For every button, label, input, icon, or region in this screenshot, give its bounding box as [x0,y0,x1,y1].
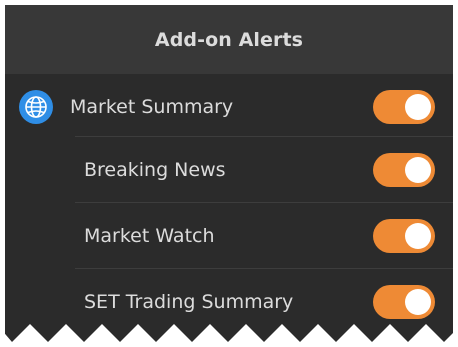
toggle-knob [405,223,431,249]
set-trading-summary-toggle[interactable] [373,285,435,319]
alert-label-market-summary: Market Summary [70,96,234,118]
toggle-knob [405,94,431,120]
toggle-knob [405,289,431,315]
alert-row-breaking-news: Breaking News [75,137,453,203]
add-on-alerts-panel: Add-on Alerts Market Summary Breaking Ne… [5,5,453,347]
torn-edge [0,324,458,347]
breaking-news-toggle[interactable] [373,153,435,187]
alert-row-market-watch: Market Watch [75,203,453,269]
alert-label-set-trading-summary: SET Trading Summary [84,291,294,313]
page-title: Add-on Alerts [154,28,304,51]
globe-icon [19,90,53,124]
panel-header: Add-on Alerts [5,5,453,74]
market-summary-toggle[interactable] [373,90,435,124]
alert-row-market-summary: Market Summary [5,74,453,140]
market-watch-toggle[interactable] [373,219,435,253]
alert-label-breaking-news: Breaking News [84,159,226,181]
toggle-knob [405,157,431,183]
alert-label-market-watch: Market Watch [84,225,215,247]
